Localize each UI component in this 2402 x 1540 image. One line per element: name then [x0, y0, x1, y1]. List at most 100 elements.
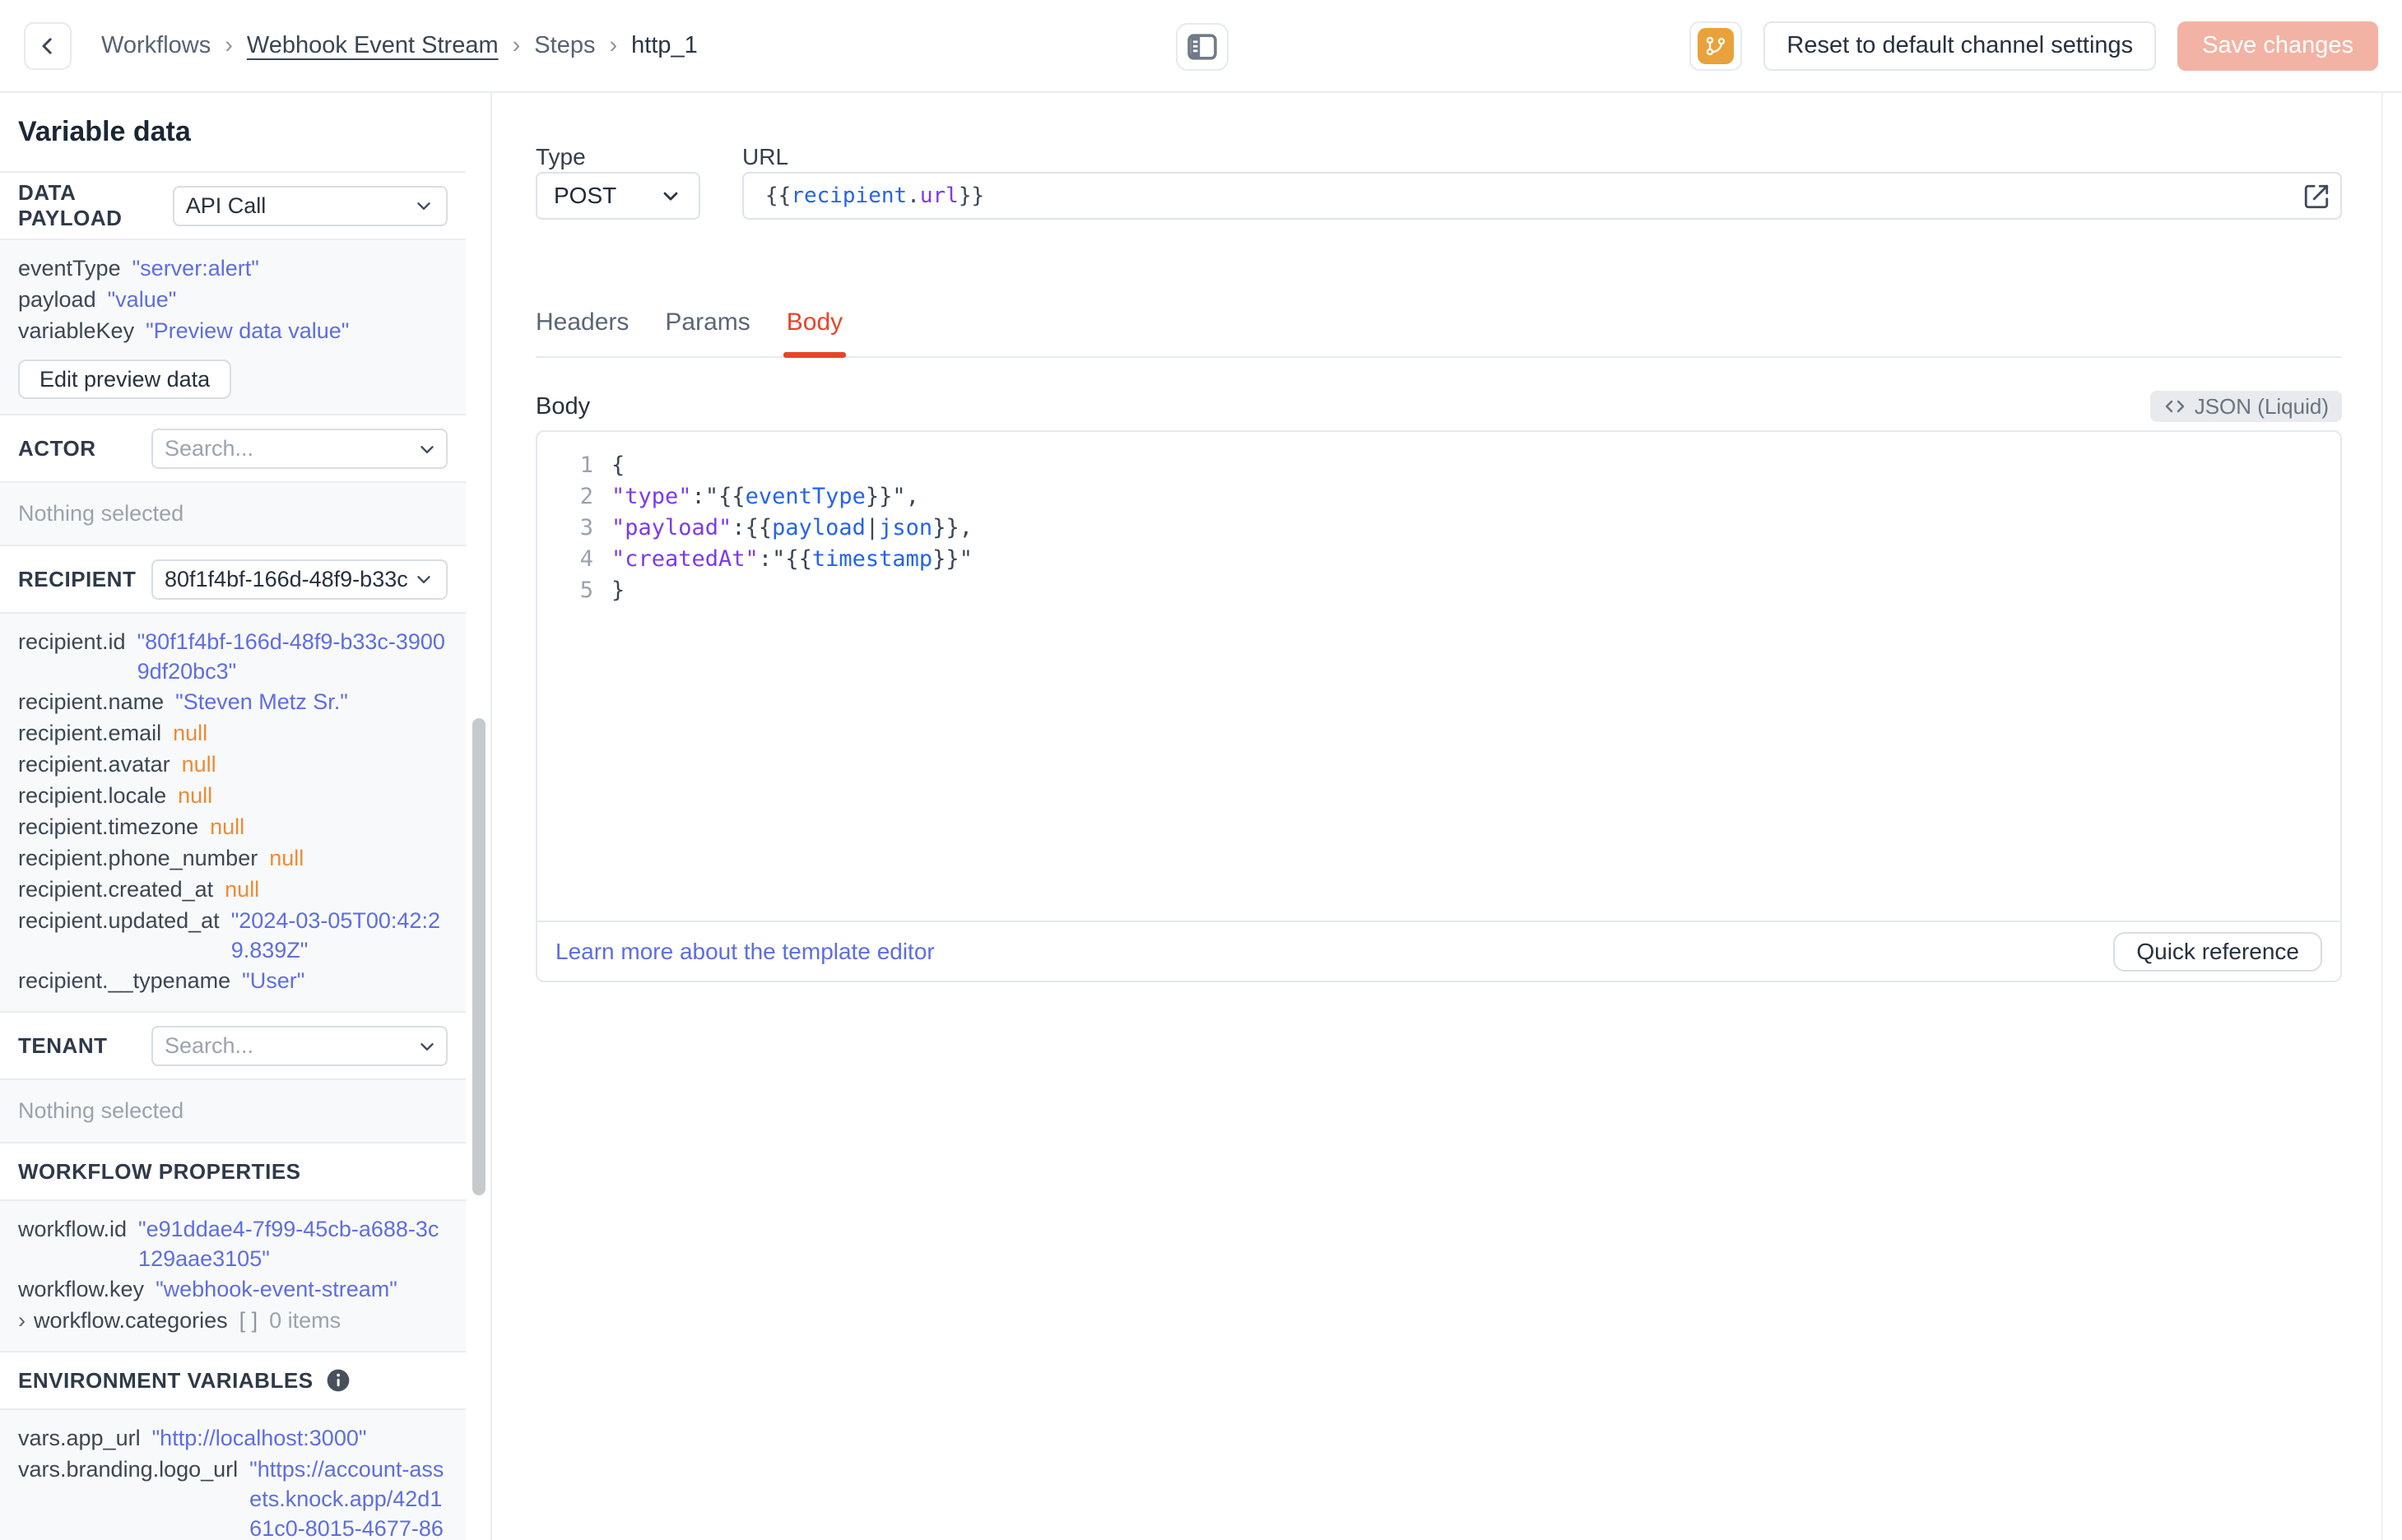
edit-preview-data-button[interactable]: Edit preview data — [18, 359, 232, 399]
line-number: 3 — [579, 515, 593, 540]
variable-data-panel: Variable data DATA PAYLOAD API Call even… — [0, 93, 492, 1540]
field-key: workflow.categories — [34, 1308, 228, 1333]
method-select[interactable]: POST — [536, 172, 700, 220]
code-token: : — [758, 546, 773, 572]
code-line-4: 4 "createdAt": "{{timestamp}} " — [537, 544, 2340, 575]
code-token: json — [879, 515, 933, 540]
sidebar-scrollbar-thumb[interactable] — [472, 718, 486, 1195]
data-payload-row: DATA PAYLOAD API Call — [0, 173, 466, 240]
field-value: "Preview data value" — [146, 318, 350, 343]
breadcrumb-workflows[interactable]: Workflows — [101, 32, 211, 59]
code-token: eventType — [745, 484, 866, 509]
back-button[interactable] — [24, 21, 72, 70]
field-value: "https://account-assets.knock.app/42d161… — [249, 1457, 444, 1540]
field-key: recipient.locale — [18, 783, 167, 808]
save-changes-button[interactable]: Save changes — [2177, 21, 2378, 71]
version-control-button[interactable] — [1689, 21, 1743, 71]
code-token: "type" — [611, 484, 692, 509]
tab-params[interactable]: Params — [665, 308, 750, 356]
code-line-3: 3 "payload": {{payload | json}}, — [537, 513, 2340, 544]
breadcrumb-separator-icon: › — [609, 32, 618, 58]
field-recipient.name: recipient.name "Steven Metz Sr." — [18, 686, 451, 717]
field-recipient.email: recipient.email null — [18, 717, 451, 749]
tenant-search — [151, 1025, 448, 1066]
field-vars.app_url: vars.app_url "http://localhost:3000" — [18, 1422, 451, 1454]
request-tabs: Headers Params Body — [536, 308, 2342, 358]
template-editor-help-link[interactable]: Learn more about the template editor — [555, 939, 935, 965]
code-token: {{ — [718, 484, 746, 509]
field-value: null — [173, 721, 208, 745]
recipient-select[interactable]: 80f1f4bf-166d-48f9-b33c — [151, 559, 448, 600]
field-count: 0 items — [269, 1308, 341, 1333]
breadcrumb-separator-icon: › — [512, 32, 521, 58]
field-value: null — [225, 877, 260, 902]
breadcrumb-http-1[interactable]: http_1 — [631, 32, 698, 59]
field-key: recipient.created_at — [18, 877, 214, 902]
code-token: , — [905, 484, 919, 509]
editor-footer: Learn more about the template editor Qui… — [537, 921, 2340, 981]
field-recipient.id: recipient.id "80f1f4bf-166d-48f9-b33c-390… — [18, 626, 451, 686]
actor-label: ACTOR — [18, 435, 96, 461]
tab-body[interactable]: Body — [783, 308, 847, 358]
field-recipient.timezone: recipient.timezone null — [18, 811, 451, 842]
breadcrumb-webhook-event-stream[interactable]: Webhook Event Stream — [247, 32, 499, 59]
url-token: }} — [958, 183, 985, 208]
recipient-selected: 80f1f4bf-166d-48f9-b33c — [165, 566, 408, 591]
sidebar-toggle-button[interactable] — [1176, 23, 1229, 71]
expand-chevron-icon: › — [18, 1308, 26, 1333]
field-value: "e91ddae4-7f99-45cb-a688-3c129aae3105" — [138, 1217, 439, 1271]
field-value: "80f1f4bf-166d-48f9-b33c-39009df20bc3" — [137, 629, 445, 684]
code-token: , — [959, 515, 973, 540]
code-token: " — [892, 484, 906, 509]
external-link-icon[interactable] — [2302, 183, 2330, 211]
code-token: | — [865, 515, 880, 540]
environment-fields: vars.app_url "http://localhost:3000" vars.… — [0, 1410, 466, 1540]
workflow-properties-label: WORKFLOW PROPERTIES — [18, 1158, 301, 1184]
field-value: "User" — [242, 968, 305, 993]
environment-variables-label: ENVIRONMENT VARIABLES — [18, 1367, 314, 1393]
code-token: "payload" — [611, 515, 732, 540]
field-key: recipient.avatar — [18, 752, 170, 777]
code-token: " — [704, 484, 719, 509]
breadcrumb-steps[interactable]: Steps — [534, 32, 595, 59]
data-payload-select[interactable]: API Call — [172, 185, 448, 226]
code-token: : — [732, 515, 746, 540]
url-input[interactable]: {{recipient.url}} — [742, 172, 2342, 220]
code-token: " — [772, 546, 786, 572]
actor-search-input[interactable] — [151, 428, 448, 469]
breadcrumb-separator-icon: › — [225, 32, 233, 58]
chevron-down-icon — [413, 195, 434, 216]
data-payload-selected: API Call — [185, 192, 267, 218]
field-value: "2024-03-05T00:42:29.839Z" — [230, 908, 440, 962]
recipient-row: RECIPIENT 80f1f4bf-166d-48f9-b33c — [0, 546, 466, 614]
tenant-search-input[interactable] — [151, 1025, 448, 1066]
field-recipient.locale: recipient.locale null — [18, 780, 451, 811]
field-key: recipient.updated_at — [18, 908, 220, 933]
field-value: [ ] — [239, 1308, 258, 1333]
field-value: "value" — [107, 287, 177, 312]
field-value: null — [178, 783, 213, 808]
info-icon[interactable] — [325, 1367, 351, 1394]
code-token: {{ — [785, 546, 812, 572]
field-key: recipient.id — [18, 629, 126, 654]
url-token: . — [907, 183, 920, 208]
reset-channel-settings-button[interactable]: Reset to default channel settings — [1763, 21, 2157, 71]
tab-headers[interactable]: Headers — [536, 308, 629, 356]
code-token: }} — [865, 484, 893, 509]
code-area[interactable]: 1{2 "type": "{{eventType}} ", 3 "payload": {… — [537, 432, 2340, 921]
field-value: "http://localhost:3000" — [151, 1426, 367, 1450]
field-key: recipient.timezone — [18, 814, 199, 839]
recipient-label: RECIPIENT — [18, 566, 137, 591]
url-value: {{recipient.url}} — [765, 183, 984, 208]
line-number: 4 — [579, 546, 593, 572]
data-payload-fields: eventType "server:alert" payload "value" var… — [0, 240, 466, 415]
field-workflow.categories[interactable]: › workflow.categories [ ] 0 items — [18, 1305, 451, 1336]
quick-reference-button[interactable]: Quick reference — [2113, 931, 2322, 972]
field-eventType: eventType "server:alert" — [18, 253, 451, 284]
code-token: " — [959, 546, 973, 572]
actor-empty-state: Nothing selected — [0, 483, 466, 546]
sidebar-title: Variable data — [0, 93, 466, 173]
actor-row: ACTOR — [0, 415, 466, 483]
code-token: } — [611, 578, 625, 603]
code-line-1: 1{ — [537, 450, 2340, 481]
